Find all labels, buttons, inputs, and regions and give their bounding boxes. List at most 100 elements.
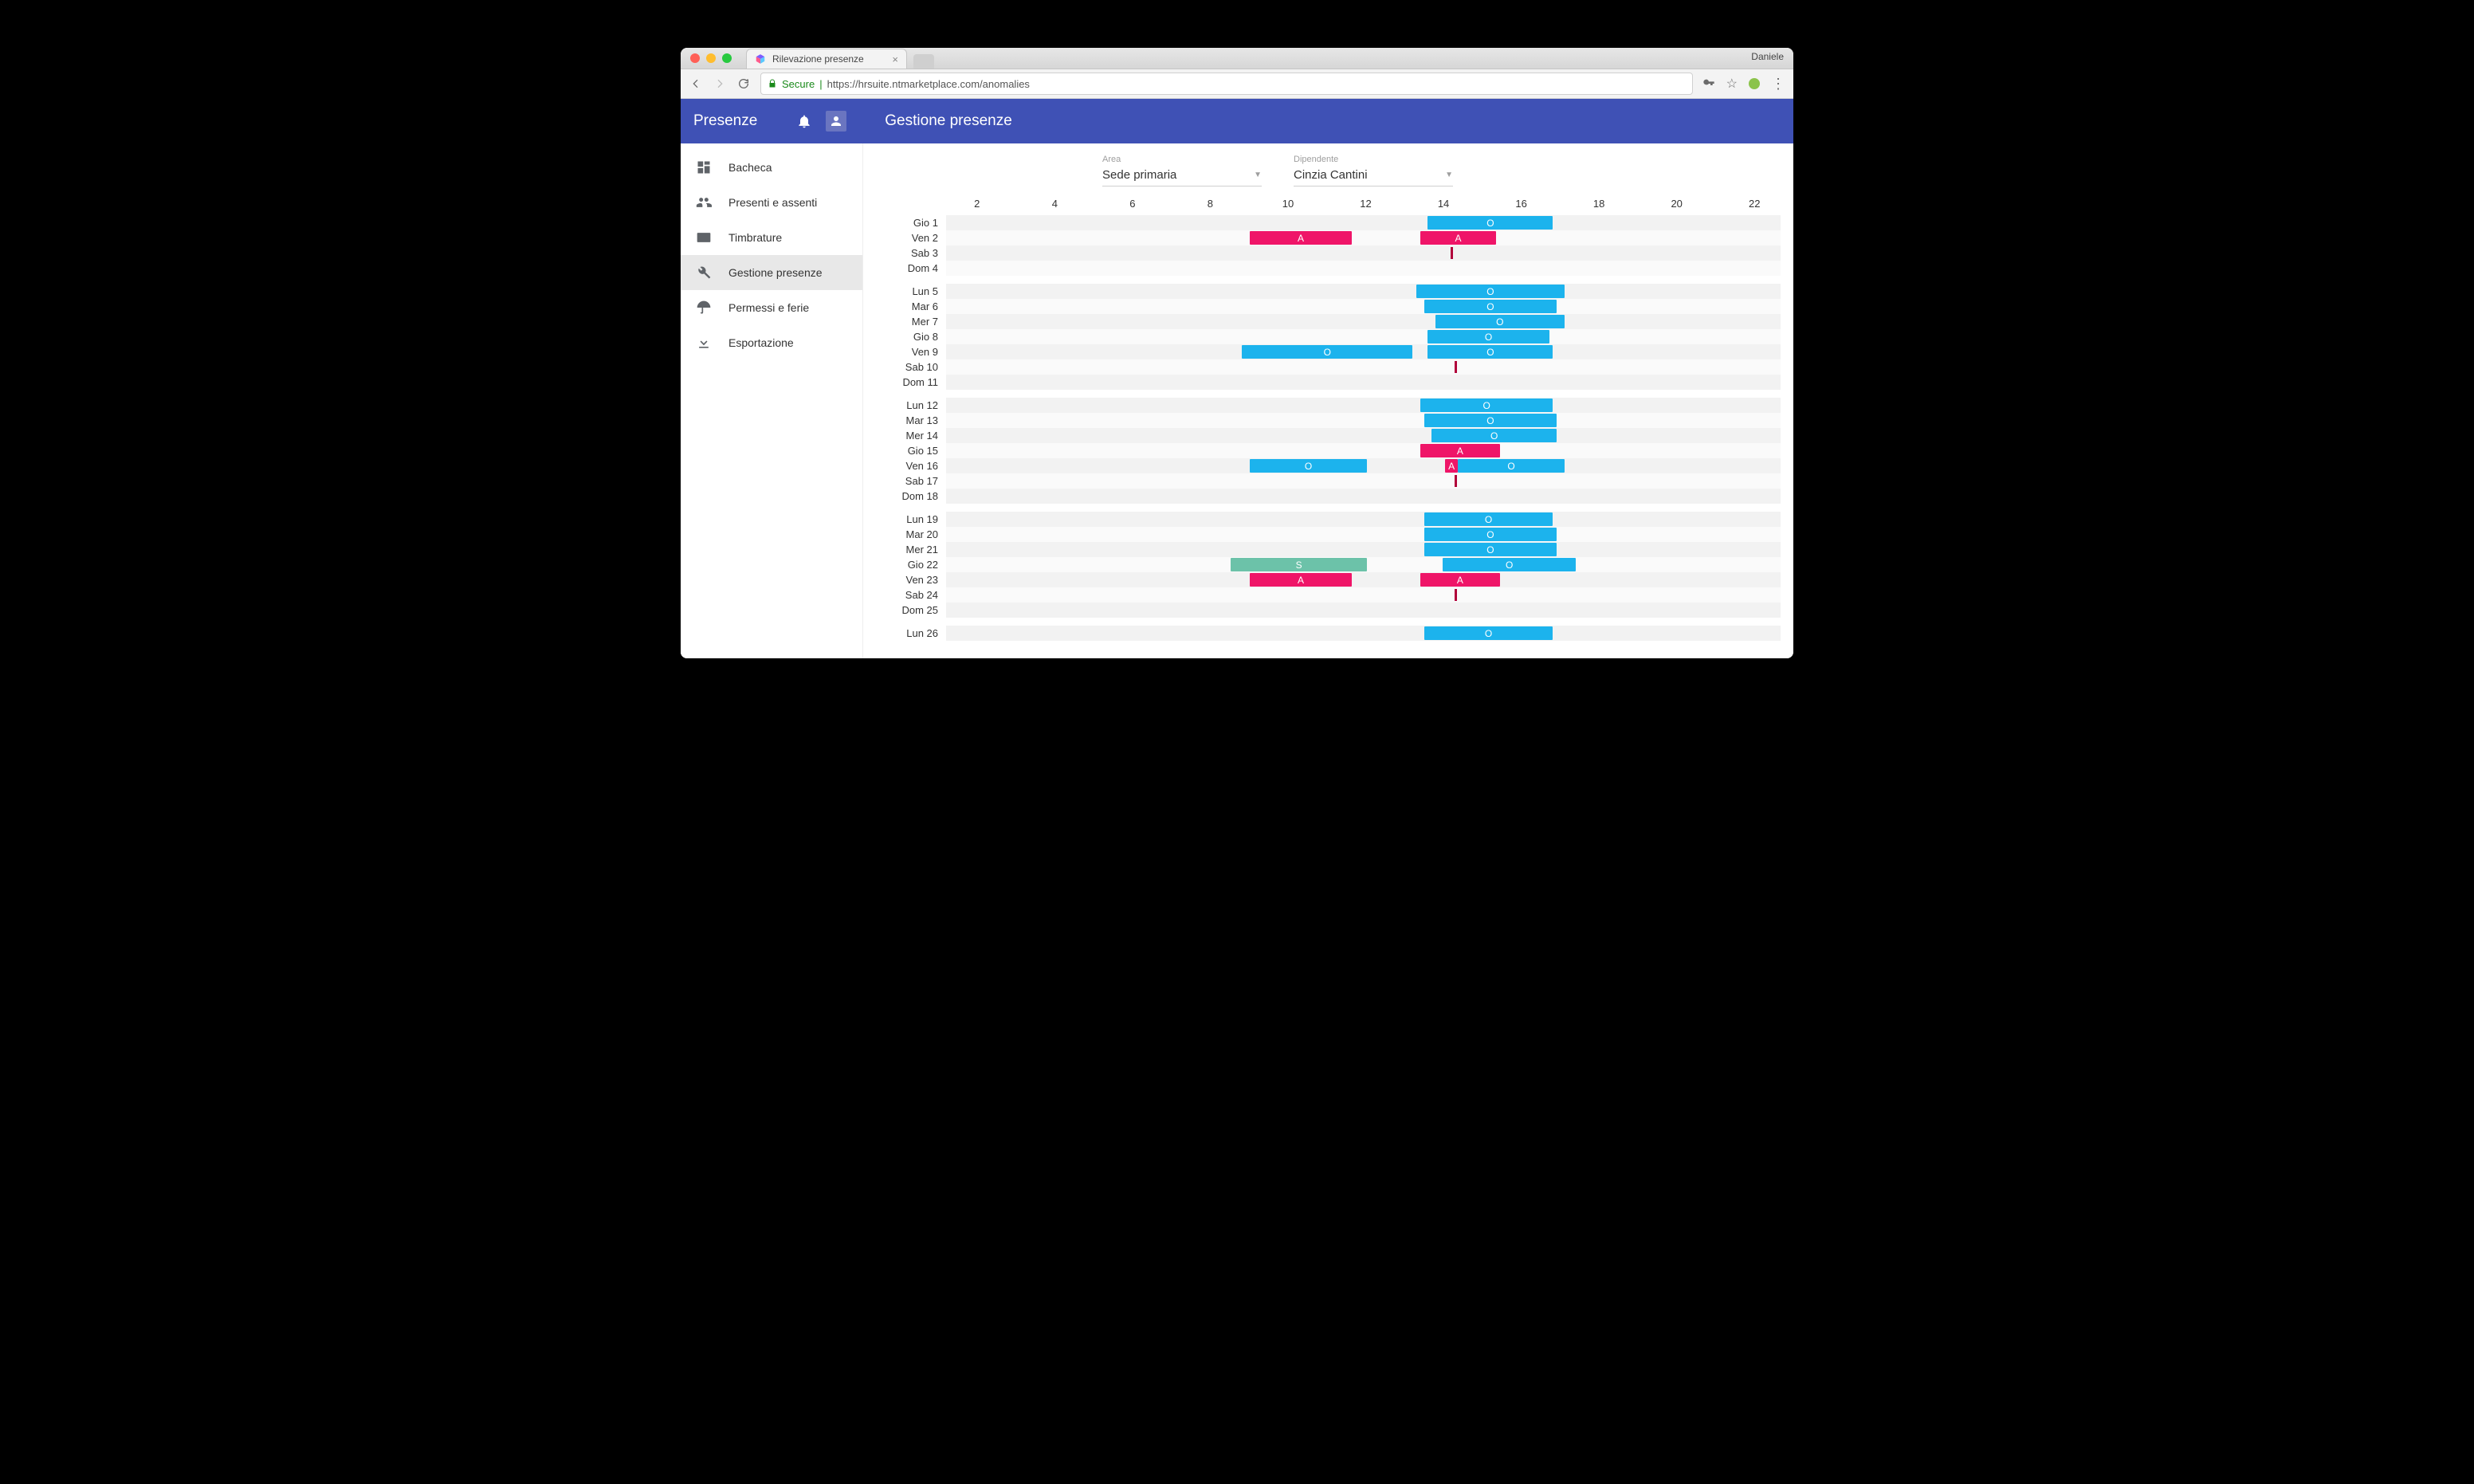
- presence-bar[interactable]: O: [1443, 558, 1576, 571]
- presence-bar[interactable]: A: [1250, 231, 1352, 245]
- presence-bar[interactable]: O: [1416, 285, 1565, 298]
- presence-bar[interactable]: O: [1420, 398, 1553, 412]
- sidebar-item-people[interactable]: Presenti e assenti: [681, 185, 862, 220]
- presence-bar[interactable]: O: [1424, 626, 1553, 640]
- day-label: Mar 13: [863, 413, 946, 428]
- presence-bar[interactable]: O: [1427, 216, 1553, 230]
- day-track[interactable]: [946, 603, 1781, 618]
- timeline-row: Sab 17: [863, 473, 1793, 489]
- presence-bar[interactable]: O: [1435, 315, 1565, 328]
- day-label: Gio 8: [863, 329, 946, 344]
- new-tab-button[interactable]: [913, 54, 934, 69]
- day-track[interactable]: AA: [946, 230, 1781, 245]
- day-track[interactable]: A: [946, 443, 1781, 458]
- forward-button[interactable]: [713, 77, 727, 91]
- star-icon[interactable]: ☆: [1726, 76, 1738, 92]
- timeline-row: Sab 10: [863, 359, 1793, 375]
- day-track[interactable]: [946, 359, 1781, 375]
- presence-bar[interactable]: O: [1458, 459, 1564, 473]
- day-label: Ven 16: [863, 458, 946, 473]
- filter-area[interactable]: Area Sede primaria ▼: [1102, 155, 1262, 186]
- presence-bar[interactable]: A: [1250, 573, 1352, 587]
- day-track[interactable]: O: [946, 512, 1781, 527]
- user-avatar[interactable]: [826, 111, 846, 132]
- day-track[interactable]: O: [946, 428, 1781, 443]
- timeline-row: Sab 3: [863, 245, 1793, 261]
- day-track[interactable]: O: [946, 284, 1781, 299]
- extension-icon[interactable]: [1749, 78, 1760, 89]
- presence-bar[interactable]: O: [1424, 512, 1553, 526]
- presence-bar[interactable]: O: [1431, 429, 1557, 442]
- day-track[interactable]: O: [946, 215, 1781, 230]
- presence-bar[interactable]: O: [1424, 543, 1557, 556]
- browser-window: Rilevazione presenze × Daniele Secure | …: [681, 48, 1793, 658]
- day-track[interactable]: [946, 587, 1781, 603]
- url-input[interactable]: Secure | https://hrsuite.ntmarketplace.c…: [760, 73, 1693, 95]
- timeline-row: Lun 19O: [863, 512, 1793, 527]
- day-track[interactable]: [946, 489, 1781, 504]
- day-track[interactable]: O: [946, 299, 1781, 314]
- profile-name[interactable]: Daniele: [1751, 51, 1784, 62]
- close-icon[interactable]: ×: [892, 53, 898, 65]
- day-track[interactable]: [946, 473, 1781, 489]
- day-label: Dom 4: [863, 261, 946, 276]
- tick-marker: [1455, 589, 1457, 601]
- reload-button[interactable]: [736, 77, 751, 91]
- timeline-row: Lun 12O: [863, 398, 1793, 413]
- sidebar-item-card[interactable]: Timbrature: [681, 220, 862, 255]
- day-track[interactable]: O: [946, 626, 1781, 641]
- day-track[interactable]: OO: [946, 344, 1781, 359]
- presence-bar[interactable]: A: [1420, 444, 1500, 457]
- browser-tab-active[interactable]: Rilevazione presenze ×: [746, 49, 907, 69]
- day-label: Sab 10: [863, 359, 946, 375]
- sidebar-item-dashboard[interactable]: Bacheca: [681, 150, 862, 185]
- presence-bar[interactable]: A: [1420, 573, 1500, 587]
- timeline-row: Mar 20O: [863, 527, 1793, 542]
- day-track[interactable]: O: [946, 314, 1781, 329]
- day-track[interactable]: O: [946, 542, 1781, 557]
- presence-bar[interactable]: O: [1250, 459, 1368, 473]
- day-track[interactable]: [946, 375, 1781, 390]
- back-button[interactable]: [689, 77, 703, 91]
- bell-icon[interactable]: [795, 112, 813, 130]
- presence-bar[interactable]: S: [1231, 558, 1367, 571]
- day-track[interactable]: O: [946, 527, 1781, 542]
- presence-bar[interactable]: O: [1424, 300, 1557, 313]
- filter-employee[interactable]: Dipendente Cinzia Cantini ▼: [1294, 155, 1453, 186]
- window-minimize-button[interactable]: [706, 53, 716, 63]
- sidebar-item-download[interactable]: Esportazione: [681, 325, 862, 360]
- day-track[interactable]: O: [946, 413, 1781, 428]
- presence-bar[interactable]: A: [1445, 459, 1459, 473]
- sidebar-item-wrench[interactable]: Gestione presenze: [681, 255, 862, 290]
- hour-label: 10: [1249, 198, 1327, 210]
- presence-bar[interactable]: O: [1427, 330, 1549, 344]
- day-track[interactable]: O: [946, 398, 1781, 413]
- day-label: Dom 25: [863, 603, 946, 618]
- presence-bar[interactable]: O: [1424, 528, 1557, 541]
- sidebar-item-umbrella[interactable]: Permessi e ferie: [681, 290, 862, 325]
- presence-bar[interactable]: O: [1242, 345, 1412, 359]
- day-track[interactable]: [946, 245, 1781, 261]
- presence-bar[interactable]: A: [1420, 231, 1496, 245]
- presence-bar[interactable]: O: [1427, 345, 1553, 359]
- timeline-row: Gio 8 O: [863, 329, 1793, 344]
- lock-icon: [768, 79, 777, 88]
- day-track[interactable]: [946, 261, 1781, 276]
- week-separator: [863, 504, 1793, 512]
- key-icon[interactable]: [1702, 77, 1715, 90]
- timeline-row: Dom 4: [863, 261, 1793, 276]
- day-track[interactable]: AA: [946, 572, 1781, 587]
- browser-tabs: Rilevazione presenze ×: [746, 48, 934, 69]
- window-close-button[interactable]: [690, 53, 700, 63]
- presence-bar[interactable]: O: [1424, 414, 1557, 427]
- window-zoom-button[interactable]: [722, 53, 732, 63]
- day-track[interactable]: O: [946, 329, 1781, 344]
- week-separator: [863, 390, 1793, 398]
- hour-label: 4: [1016, 198, 1094, 210]
- tick-marker: [1455, 475, 1457, 487]
- day-track[interactable]: OAO: [946, 458, 1781, 473]
- day-label: Ven 23: [863, 572, 946, 587]
- menu-icon[interactable]: ⋮: [1771, 76, 1785, 92]
- day-label: Lun 5: [863, 284, 946, 299]
- day-track[interactable]: SO: [946, 557, 1781, 572]
